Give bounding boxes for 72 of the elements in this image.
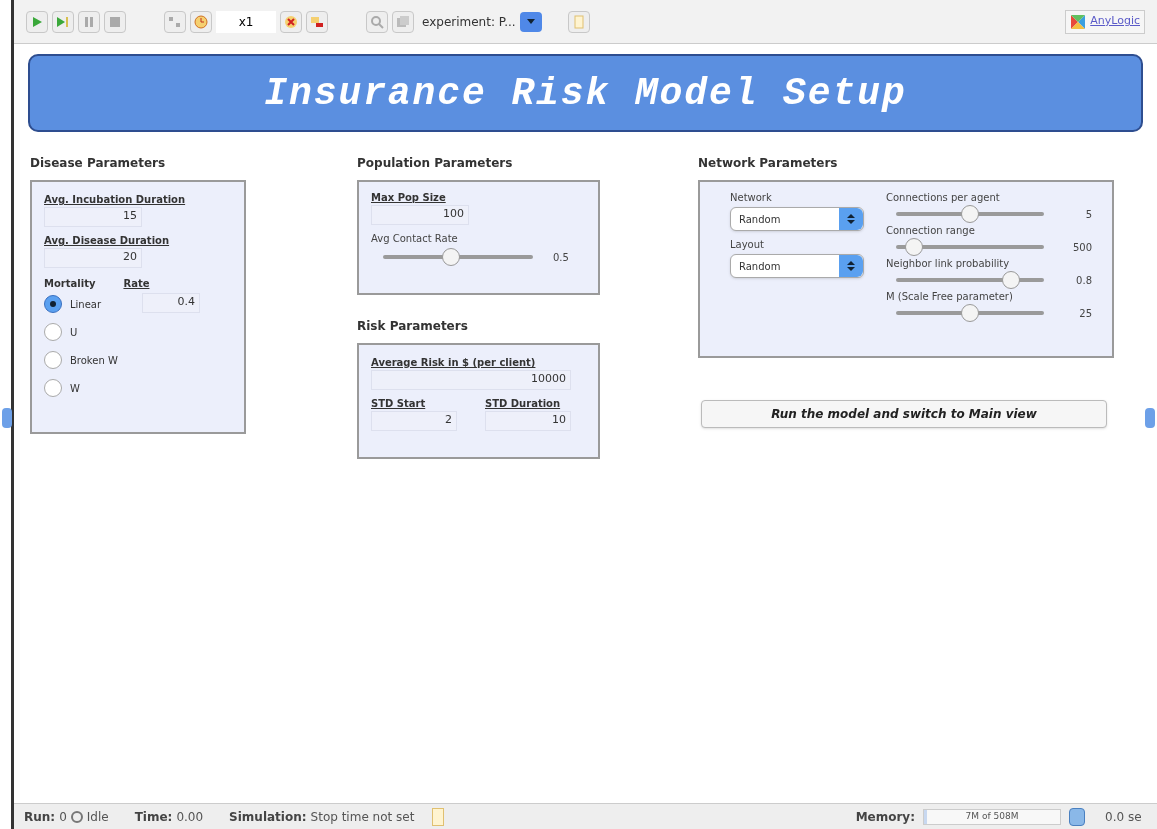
pause-icon[interactable]	[78, 10, 100, 33]
field-label: Avg. Incubation Duration	[44, 193, 187, 207]
status-label: Simulation:	[229, 808, 307, 826]
slow-icon[interactable]	[280, 10, 302, 33]
slider-label: Connection range	[886, 224, 976, 238]
radio-option[interactable]: W	[44, 377, 232, 399]
slider-label: Neighbor link probability	[886, 257, 1011, 271]
window-icon[interactable]	[392, 10, 414, 33]
run-model-button[interactable]: Run the model and switch to Main view	[701, 400, 1107, 428]
slider[interactable]	[896, 238, 1044, 256]
field-label: Rate	[123, 277, 150, 291]
radio-option[interactable]: U	[44, 321, 232, 343]
input-field[interactable]: 100	[371, 205, 469, 225]
status-label: Memory:	[855, 808, 915, 826]
speed-field[interactable]: x1	[216, 10, 276, 33]
status-label: Time:	[134, 808, 173, 826]
step-icon[interactable]	[52, 10, 74, 33]
slider[interactable]	[896, 304, 1044, 322]
slider-label: Connections per agent	[886, 191, 1001, 205]
section-heading: Network Parameters	[698, 155, 839, 172]
input-field[interactable]: 20	[44, 248, 142, 268]
field-label: Max Pop Size	[371, 191, 447, 205]
anylogic-logo[interactable]: AnyLogic	[1065, 9, 1145, 34]
zoom-icon[interactable]	[366, 10, 388, 33]
section-heading: Population Parameters	[357, 155, 514, 172]
stepper-arrows-icon	[839, 208, 863, 230]
field-label: Mortality	[44, 277, 96, 291]
clock-icon[interactable]	[190, 10, 212, 33]
trash-icon[interactable]	[1069, 807, 1085, 826]
status-label: Run:	[24, 808, 56, 826]
field-label: Avg. Disease Duration	[44, 234, 171, 248]
fast-icon[interactable]	[306, 10, 328, 33]
section-heading: Risk Parameters	[357, 318, 469, 335]
slider-value: 25	[1079, 306, 1092, 321]
page-icon[interactable]	[567, 10, 590, 33]
select-label: Network	[730, 191, 773, 205]
title-banner: Insurance Risk Model Setup	[28, 54, 1143, 132]
input-field[interactable]: 0.4	[142, 293, 200, 313]
page-icon	[432, 807, 445, 826]
radio-option[interactable]: Broken W	[44, 349, 232, 371]
slider-label: Avg Contact Rate	[371, 232, 459, 246]
section-heading: Disease Parameters	[30, 155, 167, 172]
status-value: Idle	[86, 808, 109, 826]
select-label: Layout	[730, 238, 765, 252]
input-field[interactable]: 15	[44, 207, 142, 227]
play-icon[interactable]	[26, 10, 48, 33]
stepper-arrows-icon	[839, 255, 863, 277]
status-value: Stop time not set	[310, 808, 415, 826]
stop-icon[interactable]	[104, 10, 126, 33]
slider-value: 0.8	[1076, 273, 1092, 288]
status-value: 0	[59, 808, 67, 826]
experiment-dropdown[interactable]: experiment: P...	[418, 9, 542, 34]
input-field[interactable]: 2	[371, 411, 457, 431]
select-dropdown[interactable]: Random	[730, 207, 864, 231]
idle-indicator-icon	[70, 810, 83, 823]
logo-icon	[1070, 13, 1087, 30]
select-dropdown[interactable]: Random	[730, 254, 864, 278]
field-label: Average Risk in $ (per client)	[371, 356, 537, 370]
slider-value: 500	[1072, 240, 1092, 255]
input-field[interactable]: 10000	[371, 370, 571, 390]
slider-value: 0.5	[553, 250, 569, 265]
slider-label: M (Scale Free parameter)	[886, 290, 1014, 304]
slider-value: 5	[1085, 207, 1092, 222]
slider[interactable]	[896, 271, 1044, 289]
memory-bar: 7M of 508M	[923, 808, 1061, 825]
slider[interactable]	[896, 205, 1044, 223]
input-field[interactable]: 10	[485, 411, 571, 431]
status-value: 0.0 se	[1105, 808, 1143, 826]
field-label: STD Duration	[485, 397, 562, 411]
status-value: 0.00	[176, 808, 204, 826]
field-label: STD Start	[371, 397, 427, 411]
slider[interactable]	[383, 248, 533, 266]
